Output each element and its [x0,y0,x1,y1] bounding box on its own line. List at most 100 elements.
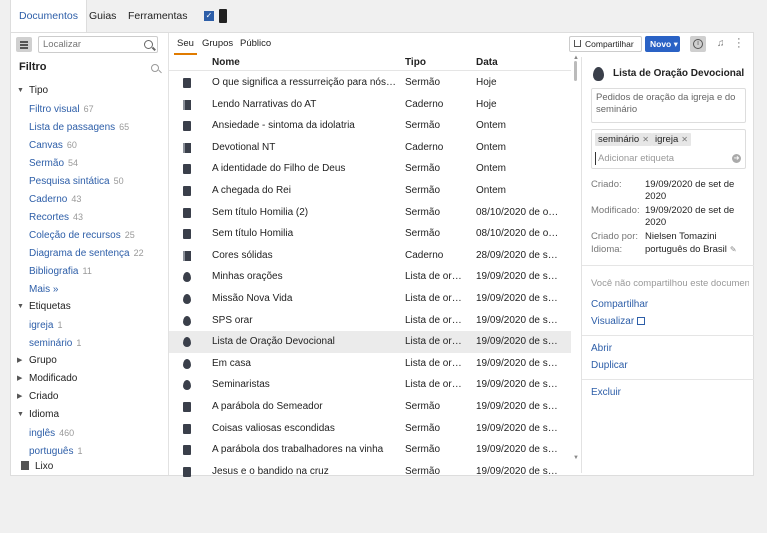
music-note-icon[interactable]: ♫ [717,38,725,49]
document-row[interactable]: Jesus e o bandido na cruz Sermão 19/09/202… [169,461,571,483]
document-row[interactable]: O que significa a ressurreição para nós … [169,72,571,94]
sermon-icon [183,78,191,88]
description-field[interactable]: Pedidos de oração da igreja e do seminár… [591,88,746,123]
share-link[interactable]: Compartilhar [591,299,648,310]
caret-right-icon[interactable]: ▶ [17,389,25,405]
checkbox-icon[interactable]: ✓ [204,11,214,21]
caret-right-icon[interactable]: ▶ [17,371,25,387]
filter-item-label[interactable]: Bibliografia 11 [29,263,92,280]
filter-group-label: Modificado [29,373,78,384]
new-button[interactable]: Novo ▾ [645,36,680,52]
caret-down-icon[interactable]: ▼ [17,83,25,99]
trash-item[interactable]: Lixo [21,461,53,472]
column-date[interactable]: Data [476,55,498,71]
pencil-icon[interactable]: ✎ [730,244,737,256]
subtab-publico[interactable]: Público [237,33,274,55]
document-row[interactable]: Ansiedade - sintoma da idolatria Sermão On… [169,115,571,137]
document-row[interactable]: Seminaristas Lista de orações 19/09/2020 d… [169,374,571,396]
language-field: português do Brasil ✎ [645,244,745,256]
filter-item-count: 25 [124,230,135,240]
document-date: Hoje [476,98,497,110]
filter-item-count: 1 [77,446,83,456]
filter-search-icon[interactable] [151,64,159,72]
filter-item-label[interactable]: Lista de passagens 65 [29,119,129,136]
arrow-right-icon[interactable]: ➜ [732,154,741,163]
document-row[interactable]: A chegada do Rei Sermão Ontem [169,180,571,202]
menu-icon[interactable] [16,37,32,52]
divider [582,265,754,266]
document-row[interactable]: A parábola dos trabalhadores na vinha Ser… [169,439,571,461]
column-name[interactable]: Nome [212,55,240,71]
caret-right-icon[interactable]: ▶ [17,353,25,369]
document-row[interactable]: Missão Nova Vida Lista de orações 19/09/20… [169,288,571,310]
tab-documentos[interactable]: Documentos [10,0,87,32]
document-name: Seminaristas [212,379,270,391]
document-date: Ontem [476,163,507,175]
column-type[interactable]: Tipo [405,55,426,71]
search-input[interactable] [39,37,139,52]
filter-item-label[interactable]: Canvas 60 [29,137,77,154]
filter-item-label[interactable]: Diagrama de sentença 22 [29,245,144,262]
phone-icon[interactable] [219,9,227,23]
filter-item-label[interactable]: seminário 1 [29,335,81,352]
document-row[interactable]: A parábola do Semeador Sermão 19/09/2020 d… [169,396,571,418]
remove-tag-icon[interactable]: ✕ [681,135,688,144]
document-row[interactable]: Sem título Homilia Sermão 08/10/2020 de ou… [169,223,571,245]
scrollbar[interactable] [573,59,578,467]
detail-title: Lista de Oração Devocional [613,68,745,79]
document-name: Lista de Oração Devocional [212,336,335,348]
document-name: Missão Nova Vida [212,293,293,304]
document-row[interactable]: Devotional NT Caderno Ontem [169,137,571,159]
delete-link[interactable]: Excluir [591,387,621,398]
remove-tag-icon[interactable]: ✕ [642,135,649,144]
subtab-seu[interactable]: Seu [174,33,197,55]
filter-item-label[interactable]: Coleção de recursos 25 [29,227,135,244]
tags-field[interactable]: seminário ✕ igreja ✕ Adicionar etiqueta ➜ [591,129,746,169]
document-name: Jesus e o bandido na cruz [212,465,329,477]
search-field[interactable] [38,36,158,53]
caret-down-icon[interactable]: ▼ [17,299,25,315]
document-row[interactable]: A identidade do Filho de Deus Sermão Ontem [169,158,571,180]
notebook-icon [183,250,191,261]
add-tag-input[interactable]: Adicionar etiqueta [595,152,725,165]
prayer-icon [183,294,191,304]
share-button[interactable]: Compartilhar [569,36,642,52]
filter-item-label[interactable]: Recortes 43 [29,209,83,226]
filter-group-label: Etiquetas [29,301,71,312]
filter-item-count: 43 [71,194,82,204]
scrollbar-thumb[interactable] [574,61,577,81]
not-shared-text: Você não compartilhou este documento. [591,278,749,289]
subtab-grupos[interactable]: Grupos [199,33,236,55]
tab-guias[interactable]: Guias [81,0,124,32]
view-link[interactable]: Visualizar [591,316,646,327]
document-row[interactable]: Sem título Homilia (2) Sermão 08/10/2020 d… [169,202,571,224]
duplicate-link[interactable]: Duplicar [591,360,628,371]
tab-ferramentas[interactable]: Ferramentas [120,0,196,32]
document-name: O que significa a ressurreição para nós … [212,77,398,88]
document-type: Lista de orações [405,336,467,348]
document-row[interactable]: Lendo Narrativas do AT Caderno Hoje [169,94,571,116]
filter-item-label[interactable]: Caderno 43 [29,191,81,208]
filter-item-label[interactable]: Pesquisa sintática 50 [29,173,124,190]
filter-item-label[interactable]: inglês 460 [29,425,74,442]
document-row[interactable]: Cores sólidas Caderno 28/09/2020 de setemb… [169,245,571,267]
filter-item-label[interactable]: português 1 [29,443,83,460]
filter-item-label[interactable]: Mais » [29,281,62,298]
filter-item-label[interactable]: igreja 1 [29,317,62,334]
document-name: A chegada do Rei [212,185,291,196]
document-row[interactable]: SPS orar Lista de orações 19/09/2020 de se… [169,310,571,332]
document-row[interactable]: Em casa Lista de orações 19/09/2020 de set… [169,353,571,375]
document-row[interactable]: Lista de Oração Devocional Lista de oraçõ… [169,331,571,353]
search-icon[interactable] [144,40,153,49]
scroll-down-icon[interactable]: ▼ [573,455,579,461]
filter-item-label[interactable]: Sermão 54 [29,155,78,172]
document-type: Sermão [405,77,441,88]
open-link[interactable]: Abrir [591,343,612,354]
document-type: Lista de orações [405,293,467,304]
document-row[interactable]: Coisas valiosas escondidas Sermão 19/09/20… [169,418,571,440]
caret-down-icon[interactable]: ▼ [17,407,25,423]
document-row[interactable]: Minhas orações Lista de orações 19/09/2020… [169,266,571,288]
filter-item-label[interactable]: Filtro visual 67 [29,101,94,118]
info-button[interactable]: i [690,36,706,52]
kebab-menu-icon[interactable]: · · · [737,34,741,53]
